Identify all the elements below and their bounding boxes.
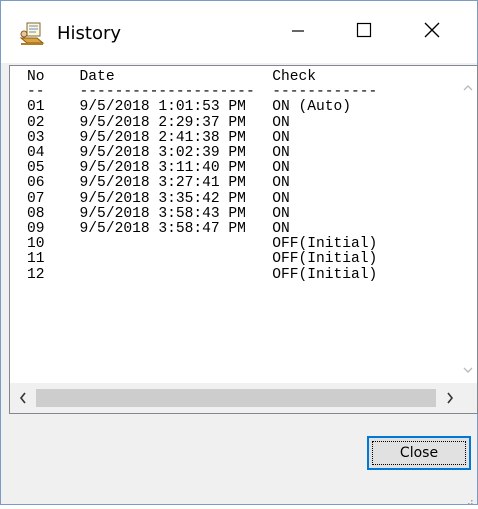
scroll-up-button[interactable] xyxy=(459,76,477,96)
chevron-right-icon xyxy=(446,389,454,408)
horizontal-scroll-thumb[interactable] xyxy=(36,389,436,407)
scroll-down-button[interactable] xyxy=(459,358,477,378)
horizontal-scrollbar[interactable] xyxy=(10,383,477,413)
title-bar[interactable]: History xyxy=(1,1,477,63)
chevron-up-icon xyxy=(463,77,473,96)
history-dialog: History No Date Check -- ---------------… xyxy=(0,0,478,505)
minimize-icon xyxy=(291,23,305,42)
history-listbox[interactable]: No Date Check -- -------------------- --… xyxy=(9,65,478,414)
chevron-left-icon xyxy=(19,389,27,408)
history-list-text: No Date Check -- -------------------- --… xyxy=(27,69,378,283)
maximize-button[interactable] xyxy=(331,1,397,63)
history-app-icon xyxy=(19,22,45,46)
vertical-scrollbar[interactable] xyxy=(459,66,477,382)
chevron-down-icon xyxy=(463,359,473,378)
window-close-button[interactable] xyxy=(399,1,465,63)
close-button[interactable]: Close xyxy=(367,436,471,470)
minimize-button[interactable] xyxy=(265,1,331,63)
maximize-icon xyxy=(356,22,372,42)
close-icon xyxy=(424,22,440,42)
scroll-right-button[interactable] xyxy=(437,383,463,413)
focus-rectangle xyxy=(372,441,466,465)
resize-grip-icon[interactable] xyxy=(463,490,473,505)
window-title: History xyxy=(57,23,122,44)
scroll-left-button[interactable] xyxy=(10,383,36,413)
